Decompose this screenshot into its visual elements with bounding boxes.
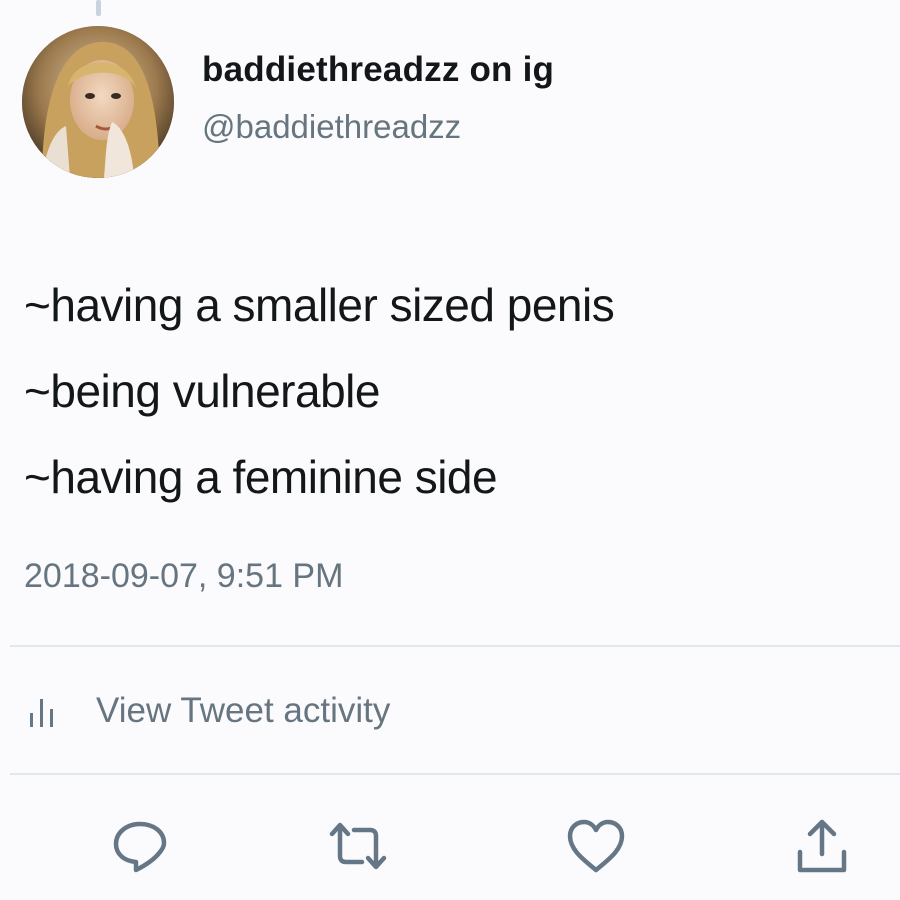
tweet-timestamp[interactable]: 2018-09-07, 9:51 PM bbox=[24, 557, 343, 596]
view-tweet-activity-label: View Tweet activity bbox=[96, 691, 391, 730]
tweet-action-bar bbox=[0, 810, 900, 882]
divider bbox=[10, 645, 900, 647]
share-upload-icon bbox=[797, 819, 847, 873]
profile-photo-icon bbox=[22, 26, 174, 178]
retweet-arrows-icon bbox=[329, 822, 387, 870]
view-tweet-activity-link[interactable]: View Tweet activity bbox=[24, 686, 390, 736]
tweet-text: ~having a smaller sized penis ~being vul… bbox=[24, 262, 884, 520]
tweet-line: ~having a feminine side bbox=[24, 451, 498, 503]
share-button[interactable] bbox=[786, 810, 858, 882]
user-handle[interactable]: @baddiethreadzz bbox=[202, 108, 461, 146]
bar-chart-icon bbox=[30, 699, 53, 727]
speech-bubble-icon bbox=[113, 821, 167, 873]
tweet-line: ~being vulnerable bbox=[24, 365, 380, 417]
avatar[interactable] bbox=[22, 26, 174, 178]
tweet-detail-page: baddiethreadzz on ig @baddiethreadzz ~ha… bbox=[0, 0, 900, 900]
display-name[interactable]: baddiethreadzz on ig bbox=[202, 50, 554, 90]
like-button[interactable] bbox=[560, 810, 632, 882]
heart-icon bbox=[567, 819, 625, 873]
retweet-button[interactable] bbox=[322, 810, 394, 882]
tweet-line: ~having a smaller sized penis bbox=[24, 279, 615, 331]
thread-connector-line bbox=[96, 0, 101, 16]
divider bbox=[10, 773, 900, 775]
reply-button[interactable] bbox=[104, 810, 176, 882]
